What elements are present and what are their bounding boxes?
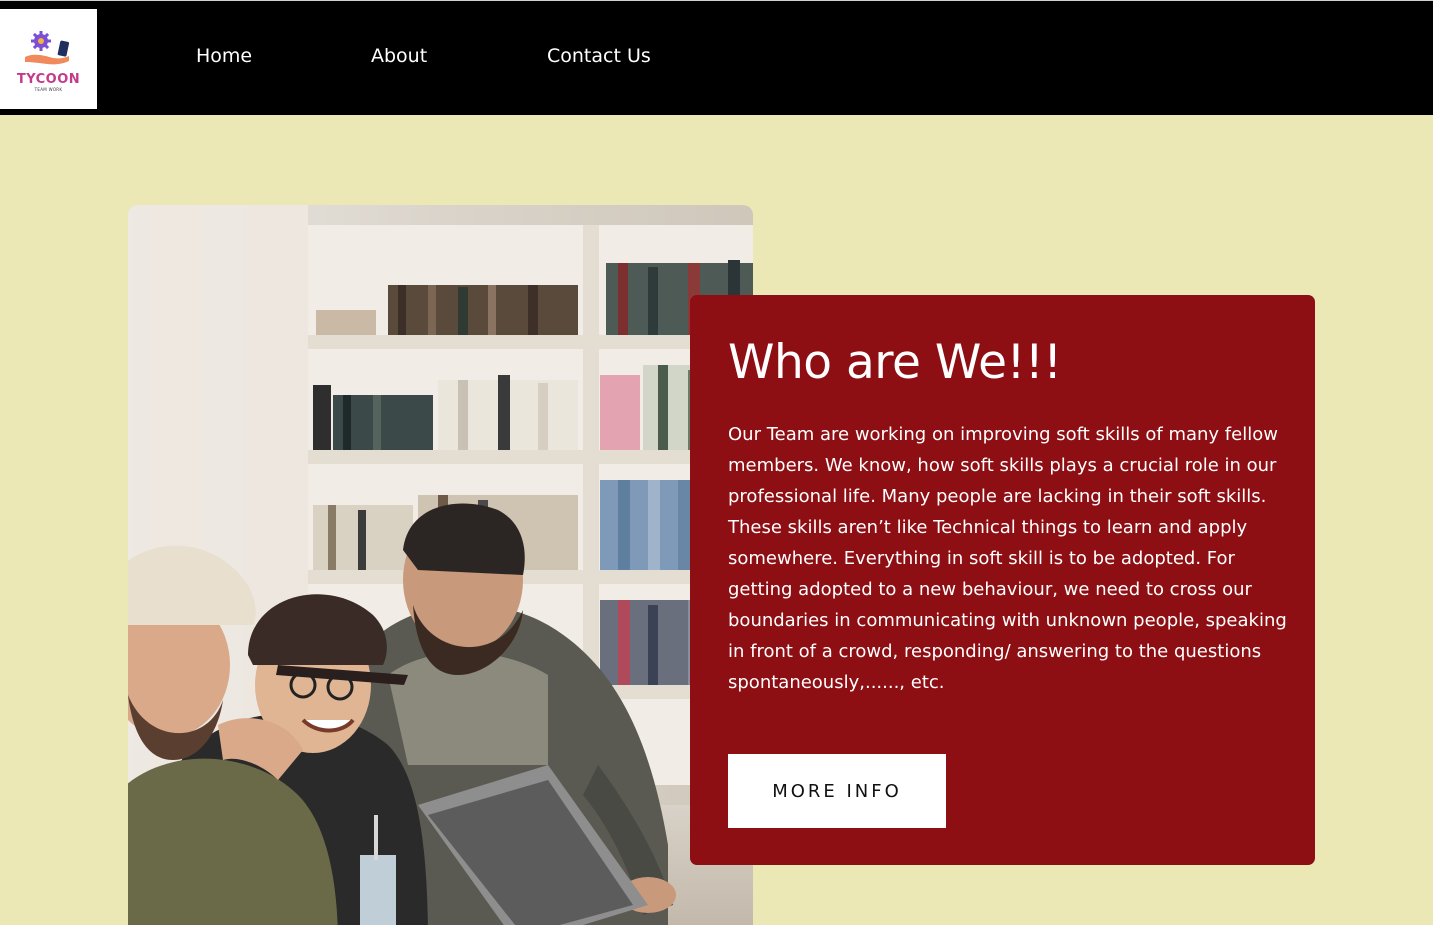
top-navbar: TYCOON TEAM WORK Home About Contact Us (0, 0, 1433, 115)
nav-link-contact-us[interactable]: Contact Us (547, 45, 651, 67)
about-card-body: Our Team are working on improving soft s… (728, 424, 1287, 693)
about-card-title: Who are We!!! (728, 335, 1062, 390)
brand-logo[interactable]: TYCOON TEAM WORK (0, 9, 97, 109)
logo-wordmark: TYCOON (16, 72, 81, 87)
nav-link-about[interactable]: About (371, 45, 427, 67)
team-photo (128, 205, 753, 925)
logo-hand-gear-icon (19, 31, 79, 71)
about-card: Who are We!!! Our Team are working on im… (690, 295, 1315, 865)
logo-tagline: TEAM WORK (34, 87, 63, 92)
nav-link-home[interactable]: Home (196, 45, 252, 67)
page: TYCOON TEAM WORK Home About Contact Us W… (0, 0, 1433, 925)
more-info-button[interactable]: MORE INFO (728, 754, 946, 828)
